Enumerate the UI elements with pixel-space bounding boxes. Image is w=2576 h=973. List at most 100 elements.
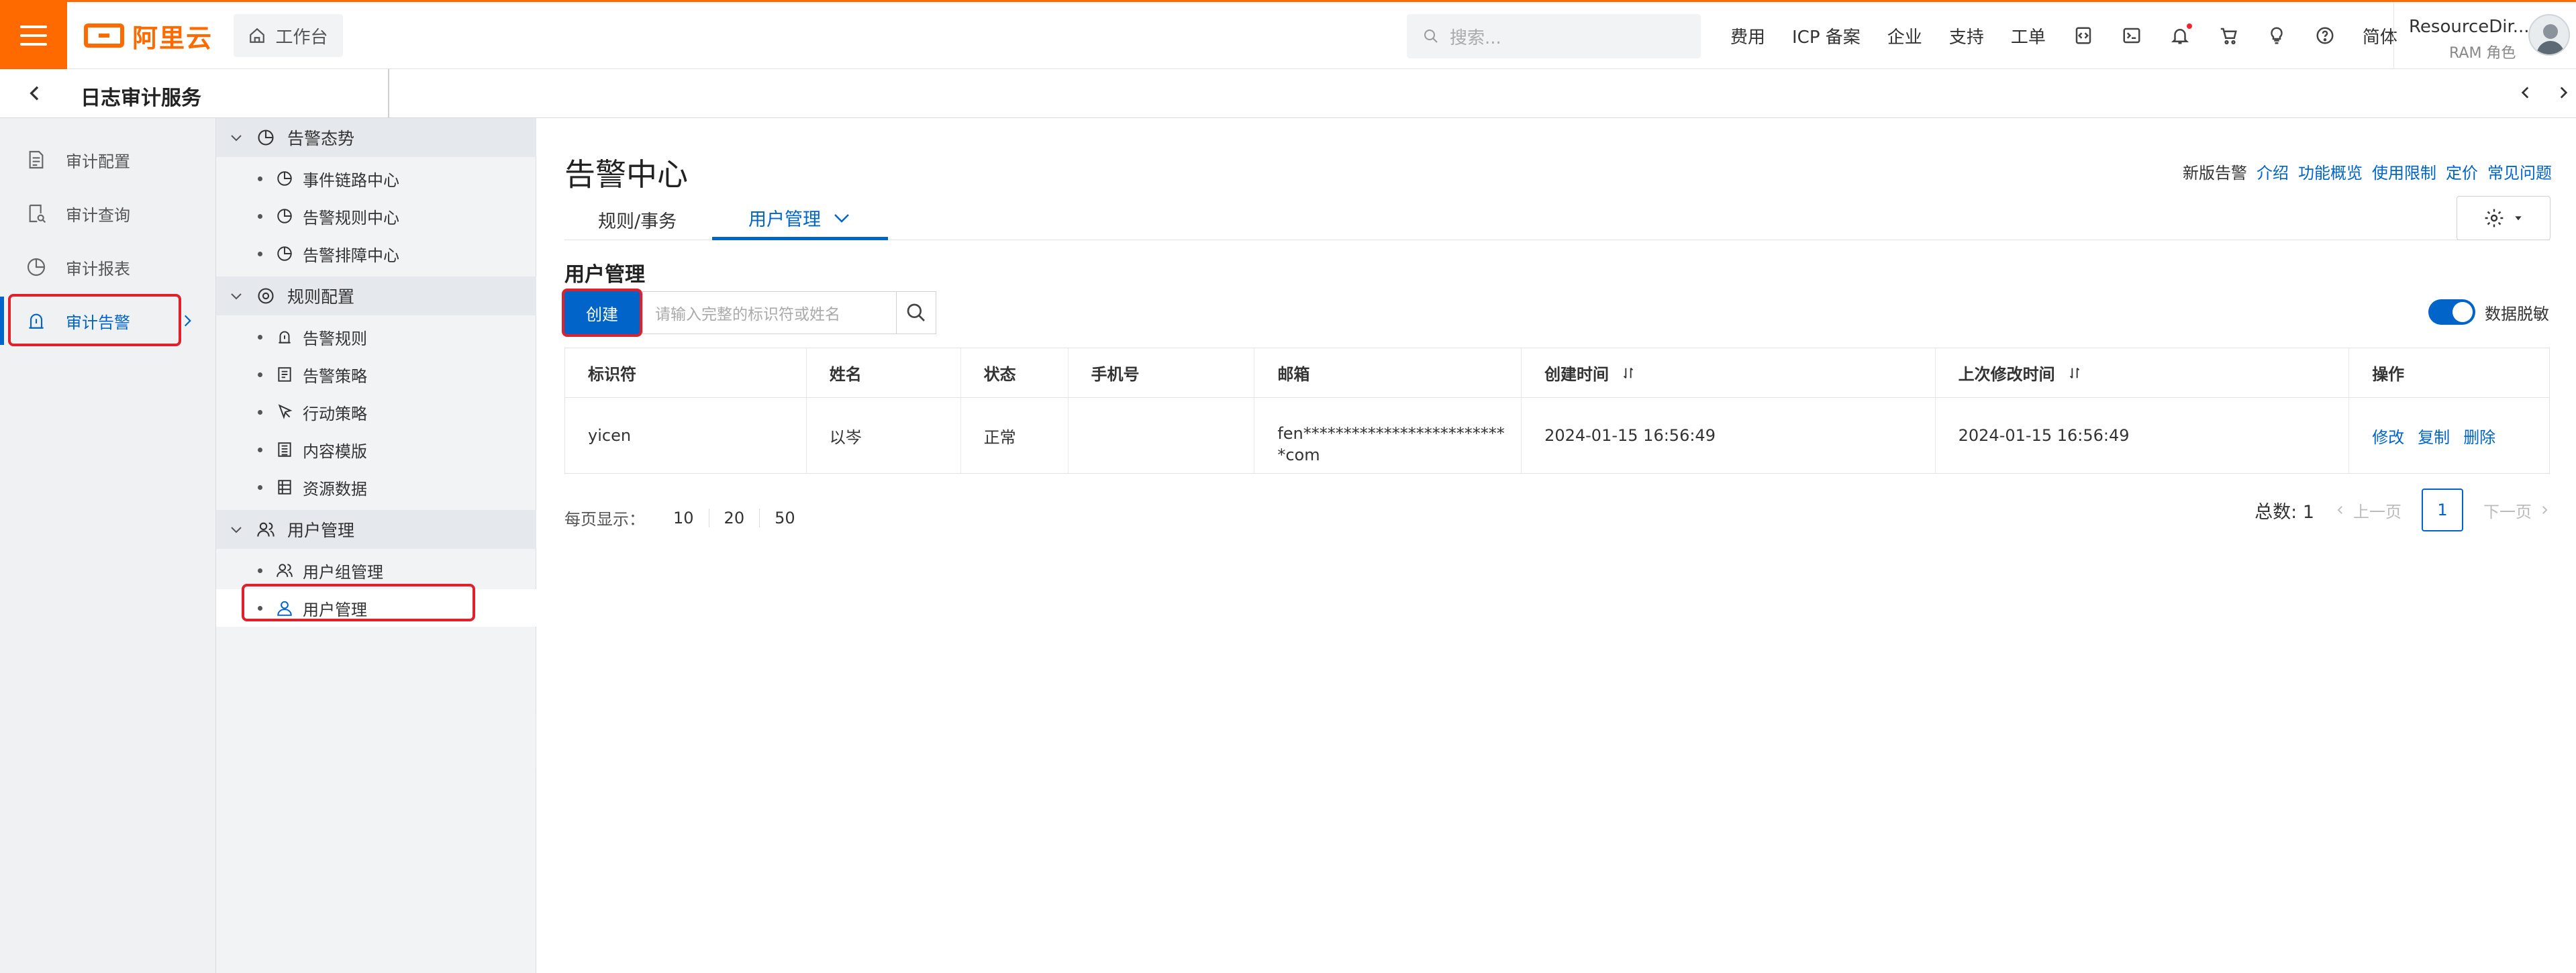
menu-item-event-chain[interactable]: 事件链路中心 <box>216 160 536 197</box>
settings-dropdown[interactable] <box>2457 196 2550 240</box>
sidebar-item-audit-config[interactable]: 审计配置 <box>0 136 216 184</box>
prev-page-button[interactable]: 上一页 <box>2334 499 2401 522</box>
menu-group-user-management[interactable]: 用户管理 <box>216 510 536 549</box>
workbench-label: 工作台 <box>275 27 328 48</box>
page-size-option[interactable]: 10 <box>658 508 709 527</box>
chevron-left-icon[interactable] <box>2517 83 2534 103</box>
menu-item-alert-rules[interactable]: 告警规则 <box>216 318 536 356</box>
sidebar-item-label: 审计报表 <box>66 259 130 278</box>
column-label: 上次修改时间 <box>1958 365 2055 384</box>
total-count: 总数: 1 <box>2255 501 2314 523</box>
bullet-icon <box>258 447 262 452</box>
target-icon <box>258 288 274 304</box>
sidebar-item-audit-report[interactable]: 审计报表 <box>0 243 216 291</box>
terminal-icon[interactable] <box>2121 25 2142 46</box>
help-icon[interactable] <box>2314 25 2336 46</box>
column-header-modified[interactable]: 上次修改时间 <box>1936 348 2350 397</box>
link-faq[interactable]: 常见问题 <box>2487 160 2552 183</box>
chevron-right-icon <box>2542 506 2548 514</box>
toggle-label: 数据脱敏 <box>2485 304 2549 323</box>
avatar[interactable] <box>2528 14 2570 56</box>
account-role: RAM 角色 <box>2449 45 2516 62</box>
search-button[interactable] <box>896 291 936 334</box>
menu-item-label: 告警规则 <box>303 329 367 348</box>
bullet-icon <box>258 334 262 340</box>
link-intro[interactable]: 介绍 <box>2257 160 2289 183</box>
report-icon <box>27 258 46 276</box>
service-header: 日志审计服务 <box>0 69 2576 118</box>
highlight-box <box>8 294 181 346</box>
account-menu[interactable]: ResourceDir... RAM 角色 <box>2393 2 2576 69</box>
column-label: 操作 <box>2372 365 2405 384</box>
tab-bar: 规则/事务 用户管理 <box>564 199 2550 240</box>
page-number-current[interactable]: 1 <box>2422 489 2463 531</box>
chevron-right-icon[interactable] <box>2555 83 2572 103</box>
pagination: 总数: 1 上一页 1 下一页 <box>2255 489 2550 531</box>
user-search-input[interactable]: 请输入完整的标识符或姓名 <box>642 291 896 334</box>
column-header: 姓名 <box>807 348 961 397</box>
chevron-down-icon <box>231 527 242 533</box>
nav-support[interactable]: 支持 <box>1949 23 1984 48</box>
brand-name: 阿里云 <box>132 23 213 53</box>
hamburger-icon <box>20 25 47 46</box>
cell-email: fen**************************com <box>1254 398 1522 473</box>
cart-icon[interactable] <box>2218 25 2239 46</box>
tab-label: 规则/事务 <box>598 211 677 232</box>
aliyun-logo-icon <box>84 23 124 48</box>
bullet-icon <box>258 484 262 490</box>
language-switch[interactable]: 简体 <box>2363 23 2397 48</box>
column-header-created[interactable]: 创建时间 <box>1522 348 1936 397</box>
workbench-button[interactable]: 工作台 <box>234 14 343 57</box>
cell-phone <box>1069 398 1255 473</box>
copy-link[interactable]: 复制 <box>2418 424 2450 448</box>
menu-item-content-template[interactable]: 内容模版 <box>216 431 536 468</box>
cell-modified: 2024-01-15 16:56:49 <box>1936 398 2350 473</box>
column-header: 手机号 <box>1069 348 1255 397</box>
page-size-selector: 每页显示： 10 20 50 <box>564 506 810 529</box>
edit-link[interactable]: 修改 <box>2372 424 2404 448</box>
link-limits[interactable]: 使用限制 <box>2372 160 2436 183</box>
menu-item-action-policy[interactable]: 行动策略 <box>216 393 536 431</box>
menu-group-alert-status[interactable]: 告警态势 <box>216 118 536 157</box>
column-label: 创建时间 <box>1544 365 1609 384</box>
toggle-switch[interactable] <box>2428 299 2475 325</box>
lightbulb-icon[interactable] <box>2266 25 2287 46</box>
bell-icon[interactable] <box>2169 23 2192 46</box>
nav-ticket[interactable]: 工单 <box>2011 23 2046 48</box>
link-overview[interactable]: 功能概览 <box>2298 160 2363 183</box>
page-size-option[interactable]: 20 <box>709 508 760 527</box>
aliyun-logo[interactable]: 阿里云 <box>84 15 213 56</box>
sort-icon[interactable] <box>1621 365 1636 381</box>
link-pricing[interactable]: 定价 <box>2446 160 2478 183</box>
back-arrow-icon[interactable] <box>24 83 46 104</box>
column-label: 姓名 <box>829 365 862 384</box>
menu-item-alert-policy[interactable]: 告警策略 <box>216 356 536 393</box>
page-size-option[interactable]: 50 <box>760 509 810 527</box>
menu-button[interactable] <box>0 0 67 71</box>
row-actions: 修改 复制 删除 <box>2372 424 2495 448</box>
menu-group-rule-config[interactable]: 规则配置 <box>216 276 536 315</box>
next-page-button[interactable]: 下一页 <box>2483 499 2550 522</box>
page-size-label: 每页显示： <box>564 510 645 529</box>
sidebar-item-audit-query[interactable]: 审计查询 <box>0 189 216 238</box>
sort-icon[interactable] <box>2067 365 2082 381</box>
tab-user-management[interactable]: 用户管理 <box>712 199 888 240</box>
tab-rules-events[interactable]: 规则/事务 <box>598 199 677 240</box>
alarm-icon <box>279 331 291 344</box>
menu-item-alert-rule-center[interactable]: 告警规则中心 <box>216 197 536 235</box>
menu-item-label: 用户组管理 <box>303 562 383 582</box>
nav-icp[interactable]: ICP 备案 <box>1792 23 1861 48</box>
scroll-arrows <box>2517 83 2572 103</box>
header-divider <box>388 69 389 118</box>
tab-label: 用户管理 <box>748 209 821 230</box>
bullet-icon <box>258 372 262 377</box>
code-icon[interactable] <box>2073 25 2094 46</box>
menu-item-resource-data[interactable]: 资源数据 <box>216 468 536 506</box>
account-name: ResourceDir... <box>2409 17 2530 37</box>
nav-enterprise[interactable]: 企业 <box>1887 23 1922 48</box>
nav-billing[interactable]: 费用 <box>1730 23 1765 48</box>
delete-link[interactable]: 删除 <box>2463 424 2495 448</box>
menu-item-alert-troubleshoot[interactable]: 告警排障中心 <box>216 235 536 272</box>
menu-item-label: 行动策略 <box>303 404 367 423</box>
global-search-input[interactable]: 搜索... <box>1407 14 1701 58</box>
